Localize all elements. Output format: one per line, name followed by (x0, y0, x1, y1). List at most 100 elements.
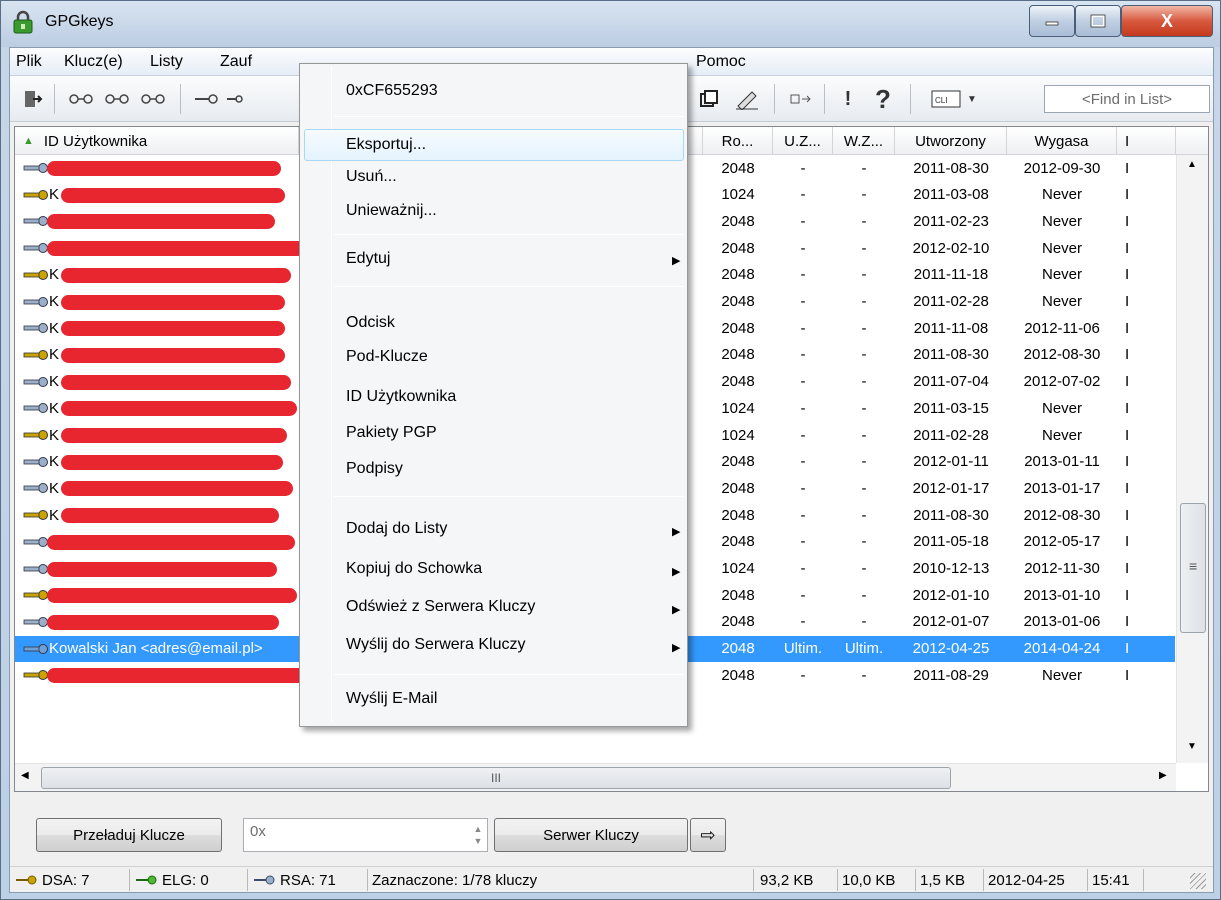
reload-keys-button[interactable]: Przeładuj Klucze (36, 818, 222, 852)
cell-user-id: K (49, 293, 60, 310)
key-icon (23, 403, 48, 414)
maximize-button[interactable] (1075, 5, 1121, 37)
column-header-more[interactable]: I (1117, 127, 1176, 155)
menu-pomoc[interactable]: Pomoc (696, 53, 746, 71)
column-header-expires[interactable]: Wygasa (1007, 127, 1117, 155)
cell-wz: Ultim. (844, 640, 884, 658)
vertical-scroll-thumb[interactable]: ≡ (1180, 503, 1206, 633)
menu-item-refresh-from-server[interactable]: Odśwież z Serwera Kluczy (346, 598, 535, 616)
sign-button[interactable] (732, 86, 762, 112)
key-server-button[interactable]: Serwer Kluczy (494, 818, 688, 852)
column-header-validity[interactable]: W.Z... (833, 127, 895, 155)
cell-uz: - (800, 506, 806, 524)
menu-listy[interactable]: Listy (150, 53, 183, 71)
cli-dropdown[interactable]: CLI ▼ (922, 86, 986, 112)
cell-more: I (1125, 533, 1130, 551)
info-button[interactable]: ! (836, 86, 860, 112)
scroll-right-icon[interactable]: ▶ (1159, 770, 1167, 781)
key-tool-button[interactable] (224, 86, 244, 112)
cell-more: I (1125, 319, 1130, 337)
cell-size: 2048 (721, 533, 755, 551)
horizontal-scrollbar[interactable]: ◀ III ▶ (15, 763, 1176, 791)
menu-item-edit[interactable]: Edytuj (346, 250, 390, 268)
vertical-scrollbar[interactable]: ▲ ≡ ▼ (1176, 155, 1208, 763)
cell-uz: - (800, 346, 806, 364)
scroll-up-icon[interactable]: ▲ (1187, 159, 1197, 170)
column-header-size[interactable]: Ro... (703, 127, 773, 155)
import-button[interactable] (786, 86, 816, 112)
find-in-list-input[interactable]: <Find in List> (1044, 85, 1210, 113)
arrow-right-icon: ⇨ (700, 824, 716, 845)
key-icon (23, 483, 48, 494)
menu-gutter (331, 66, 332, 722)
menu-zaufanie[interactable]: Zauf (220, 53, 252, 71)
key-tool-button[interactable] (66, 86, 96, 112)
keyring-button[interactable] (696, 86, 722, 112)
key-icon (195, 94, 218, 104)
column-header-created[interactable]: Utworzony (895, 127, 1007, 155)
chevron-up-icon[interactable]: ▲ (474, 823, 483, 835)
horizontal-scroll-thumb[interactable]: III (41, 767, 951, 789)
scroll-down-icon[interactable]: ▼ (1187, 741, 1197, 752)
cell-wz: - (861, 159, 867, 177)
menu-item-send-to-server[interactable]: Wyślij do Serwera Kluczy (346, 636, 525, 654)
scroll-left-icon[interactable]: ◀ (21, 770, 29, 781)
spin-buttons[interactable]: ▲ ▼ (469, 819, 487, 851)
menu-item-send-email[interactable]: Wyślij E-Mail (346, 690, 437, 708)
menu-item-revoke[interactable]: Unieważnij... (346, 202, 437, 220)
menu-item-user-id[interactable]: ID Użytkownika (346, 388, 456, 406)
redaction-bar (47, 161, 281, 176)
menu-klucze[interactable]: Klucz(e) (64, 53, 123, 71)
chevron-down-icon[interactable]: ▼ (474, 835, 483, 847)
menu-item-subkeys[interactable]: Pod-Klucze (346, 348, 428, 366)
menu-plik[interactable]: Plik (16, 53, 42, 71)
key-id-input[interactable]: 0x ▲ ▼ (243, 818, 488, 852)
status-selected: Zaznaczone: 1/78 kluczy (368, 869, 754, 891)
cell-size: 2048 (721, 319, 755, 337)
send-button[interactable]: ⇨ (690, 818, 726, 852)
cell-more: I (1125, 506, 1130, 524)
status-size-3: 1,5 KB (916, 869, 984, 891)
menu-item-fingerprint[interactable]: Odcisk (346, 314, 395, 332)
key-icon (23, 349, 48, 360)
import-icon (790, 94, 811, 104)
key-icon (23, 296, 48, 307)
menu-item-pgp-packets[interactable]: Pakiety PGP (346, 424, 437, 442)
menu-item-signatures[interactable]: Podpisy (346, 460, 403, 478)
close-button[interactable]: X (1121, 5, 1213, 37)
menu-item-export[interactable]: Eksportuj... (346, 136, 426, 154)
menu-item-add-to-list[interactable]: Dodaj do Listy (346, 520, 447, 538)
key-tool-button[interactable] (138, 86, 168, 112)
title-bar[interactable]: GPGkeys X (1, 1, 1220, 47)
resize-grip-icon[interactable] (1190, 873, 1206, 889)
cell-more: I (1125, 640, 1130, 658)
cell-user-id: K (49, 186, 60, 204)
key-pair-icon (105, 94, 129, 104)
cell-user-id: K (49, 453, 60, 471)
menu-separator (334, 674, 684, 675)
key-icon (23, 269, 48, 280)
cell-expires: 2013-01-06 (1023, 613, 1101, 631)
column-header-user-id[interactable]: ▲ ID Użytkownika (15, 127, 299, 155)
key-tool-button[interactable] (102, 86, 132, 112)
cell-expires: 2012-05-17 (1023, 533, 1101, 551)
cell-created: 2012-02-10 (912, 239, 990, 257)
cell-uz: - (800, 159, 806, 177)
exit-button[interactable] (18, 86, 46, 112)
cell-created: 2012-01-07 (912, 613, 990, 631)
menu-item-copy-to-clipboard[interactable]: Kopiuj do Schowka (346, 560, 482, 578)
cli-icon: CLI (931, 90, 961, 108)
chevron-down-icon: ▼ (967, 93, 977, 105)
key-pair-icon (69, 94, 93, 104)
cell-created: 2012-01-10 (912, 586, 990, 604)
key-tool-button[interactable] (190, 86, 222, 112)
toolbar-separator (824, 84, 825, 114)
cell-wz: - (861, 586, 867, 604)
redaction-bar (47, 534, 295, 550)
help-button[interactable]: ? (868, 84, 898, 114)
menu-item-delete[interactable]: Usuń... (346, 168, 397, 186)
cell-uz: - (800, 426, 806, 444)
column-header-owner-trust[interactable]: U.Z... (773, 127, 833, 155)
cell-size: 1024 (721, 560, 755, 577)
minimize-button[interactable] (1029, 5, 1075, 37)
